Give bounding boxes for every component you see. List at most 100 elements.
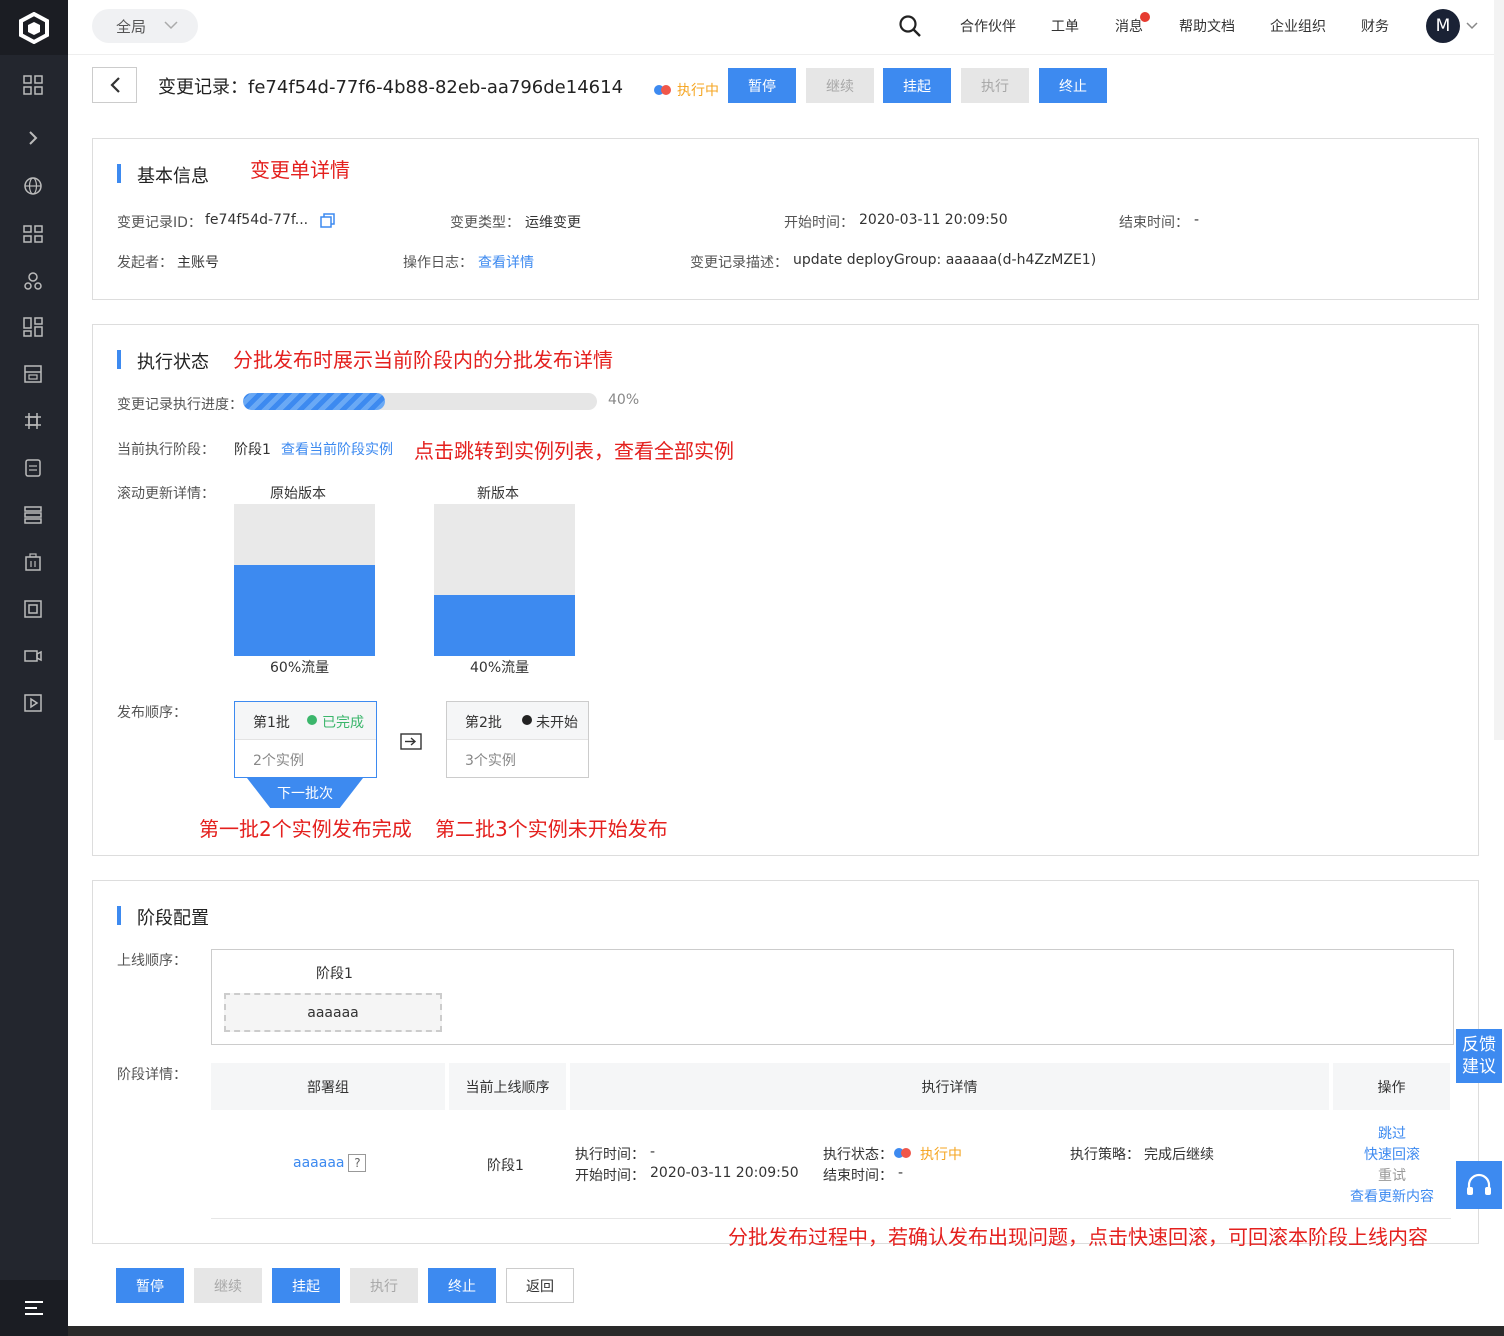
start-time-value: 2020-03-11 20:09:50: [859, 212, 1008, 228]
current-stage-label: 当前执行阶段：: [117, 442, 215, 458]
stage-detail-label: 阶段详情：: [117, 1067, 187, 1083]
status-badge: 执行中: [654, 80, 719, 100]
nav-help-docs[interactable]: 帮助文档: [1179, 16, 1235, 36]
row-start-label: 开始时间：: [575, 1168, 645, 1184]
command-icon[interactable]: [19, 407, 47, 435]
scope-selector[interactable]: 全局: [92, 9, 198, 43]
footer-terminate-button[interactable]: 终止: [428, 1268, 496, 1303]
execute-button[interactable]: 执行: [961, 68, 1029, 103]
view-details-link[interactable]: 查看详情: [478, 252, 534, 272]
row-end-label: 结束时间：: [823, 1168, 893, 1184]
deploy-group-chip[interactable]: aaaaaa: [224, 993, 442, 1032]
annotation: 变更单详情: [250, 158, 350, 182]
exec-time-label: 执行时间：: [575, 1147, 645, 1163]
footer-suspend-button[interactable]: 挂起: [272, 1268, 340, 1303]
scrollbar[interactable]: [1494, 0, 1504, 740]
column-header: 操作: [1333, 1063, 1450, 1110]
initiator-value: 主账号: [177, 255, 219, 271]
quick-rollback-link[interactable]: 快速回滚: [1364, 1144, 1420, 1164]
row-divider: [211, 1218, 1451, 1219]
batch-instance-count: 2个实例: [253, 753, 304, 769]
feedback-button[interactable]: 反馈 建议: [1456, 1029, 1502, 1083]
status-text: 执行中: [677, 83, 719, 99]
start-time-label: 开始时间：: [784, 215, 854, 231]
apps-icon[interactable]: [19, 313, 47, 341]
footer-execute-button[interactable]: 执行: [350, 1268, 418, 1303]
globe-icon[interactable]: [19, 172, 47, 200]
users-icon[interactable]: [19, 267, 47, 295]
current-stage-value: 阶段1: [234, 442, 271, 458]
description-value: update deployGroup: aaaaaa(d-h4ZzMZE1): [793, 252, 1097, 268]
new-version-traffic-bar: [434, 504, 575, 656]
deploy-group-link[interactable]: aaaaaa: [293, 1155, 344, 1171]
original-version-caption: 60%流量: [270, 660, 330, 676]
chevron-left-icon: [109, 77, 120, 93]
suspend-button[interactable]: 挂起: [883, 68, 951, 103]
video-icon[interactable]: [19, 642, 47, 670]
search-icon[interactable]: [898, 14, 922, 38]
copy-icon[interactable]: [320, 213, 336, 229]
view-stage-instances-link[interactable]: 查看当前阶段实例: [281, 439, 393, 459]
section-title: 阶段配置: [117, 904, 209, 930]
nav-tickets[interactable]: 工单: [1051, 16, 1079, 36]
row-start-value: 2020-03-11 20:09:50: [650, 1165, 799, 1181]
logo-icon[interactable]: [0, 0, 68, 55]
feedback-label-1: 反馈: [1462, 1035, 1496, 1055]
menu-toggle-icon[interactable]: [0, 1280, 68, 1336]
row-end-value: -: [898, 1165, 904, 1181]
section-title: 基本信息: [117, 162, 209, 188]
success-dot-icon: [307, 715, 317, 725]
back-button[interactable]: [92, 67, 137, 103]
nav-partners[interactable]: 合作伙伴: [960, 16, 1016, 36]
progress-text: 40%: [608, 392, 640, 408]
cluster-icon[interactable]: [19, 220, 47, 248]
page-title: 变更记录：fe74f54d-77f6-4b88-82eb-aa796de1461…: [158, 77, 624, 98]
change-type-label: 变更类型：: [450, 215, 520, 231]
continue-button[interactable]: 继续: [806, 68, 874, 103]
dashboard-icon[interactable]: [19, 71, 47, 99]
support-button[interactable]: [1456, 1161, 1502, 1209]
nav-messages[interactable]: 消息: [1115, 16, 1143, 36]
end-time-value: -: [1194, 212, 1200, 228]
batch-card-1[interactable]: 第1批 已完成 2个实例: [234, 701, 377, 778]
footer-pause-button[interactable]: 暂停: [116, 1268, 184, 1303]
retry-link[interactable]: 重试: [1378, 1165, 1406, 1185]
initiator-label: 发起者：: [117, 255, 173, 271]
strategy-value: 完成后继续: [1144, 1147, 1214, 1163]
bottom-strip: [68, 1326, 1504, 1336]
batch-status: 未开始: [536, 715, 578, 731]
chevron-down-icon[interactable]: [1466, 22, 1478, 30]
new-version-caption: 40%流量: [470, 660, 530, 676]
progress-bar-fill: [243, 393, 385, 410]
notification-badge: [1140, 12, 1150, 22]
description-label: 变更记录描述：: [690, 255, 788, 271]
document-icon[interactable]: [19, 454, 47, 482]
annotation: 第二批3个实例未开始发布: [435, 817, 668, 841]
list-icon[interactable]: [19, 501, 47, 529]
batch-card-2[interactable]: 第2批 未开始 3个实例: [446, 701, 589, 778]
storage-icon[interactable]: [19, 360, 47, 388]
nav-finance[interactable]: 财务: [1361, 16, 1389, 36]
stage-config-card: [92, 880, 1479, 1244]
rolling-update-label: 滚动更新详情：: [117, 486, 215, 502]
record-id-value: fe74f54d-77f...: [205, 212, 309, 228]
annotation: 点击跳转到实例列表，查看全部实例: [414, 439, 734, 463]
play-icon[interactable]: [19, 689, 47, 717]
nav-organization[interactable]: 企业组织: [1270, 16, 1326, 36]
monitor-icon[interactable]: [19, 595, 47, 623]
expand-sidebar-icon[interactable]: [19, 124, 47, 152]
terminate-button[interactable]: 终止: [1039, 68, 1107, 103]
release-order-label: 发布顺序：: [117, 705, 187, 721]
building-icon[interactable]: [19, 548, 47, 576]
footer-continue-button[interactable]: 继续: [194, 1268, 262, 1303]
view-update-content-link[interactable]: 查看更新内容: [1350, 1186, 1434, 1206]
pause-button[interactable]: 暂停: [728, 68, 796, 103]
skip-link[interactable]: 跳过: [1378, 1123, 1406, 1143]
stage-name: 阶段1: [316, 966, 353, 982]
annotation: 第一批2个实例发布完成: [199, 817, 412, 841]
help-icon[interactable]: ?: [348, 1154, 367, 1172]
current-order-value: 阶段1: [487, 1158, 524, 1174]
return-button[interactable]: 返回: [506, 1268, 574, 1303]
avatar[interactable]: M: [1426, 9, 1460, 43]
batch-instance-count: 3个实例: [465, 753, 516, 769]
